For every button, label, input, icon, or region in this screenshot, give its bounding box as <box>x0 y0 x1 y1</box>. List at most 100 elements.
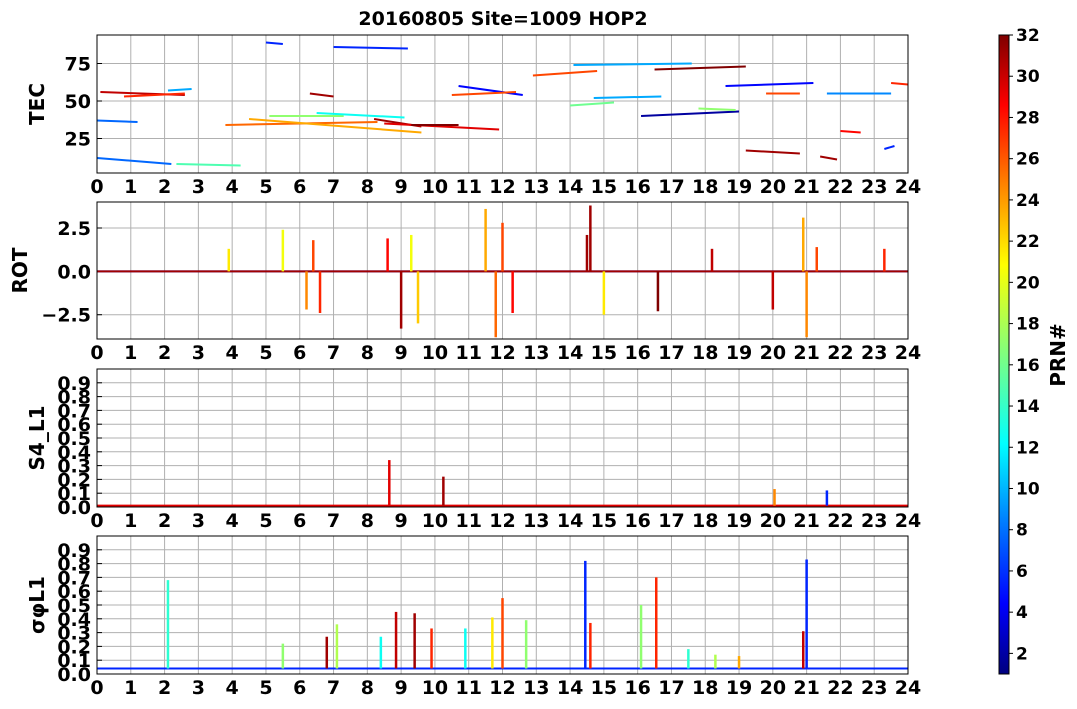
series-line <box>654 65 746 71</box>
x-tick-label: 8 <box>361 342 374 364</box>
colorbar-tick-label: 28 <box>1016 108 1040 128</box>
y-tick-label: 25 <box>65 129 91 151</box>
colorbar-tick-label: 10 <box>1016 479 1040 499</box>
x-tick-label: 14 <box>557 510 583 532</box>
x-tick-label: 8 <box>361 510 374 532</box>
series-line <box>309 92 334 98</box>
colorbar-label: PRN# <box>1046 323 1070 387</box>
x-tick-label: 13 <box>523 510 549 532</box>
x-tick-label: 14 <box>557 342 583 364</box>
x-tick-label: 2 <box>158 342 171 364</box>
x-tick-label: 19 <box>726 677 752 699</box>
x-tick-label: 17 <box>658 176 684 198</box>
x-tick-label: 3 <box>192 510 205 532</box>
x-tick-label: 3 <box>192 176 205 198</box>
x-tick-label: 6 <box>293 342 306 364</box>
x-tick-label: 21 <box>793 342 819 364</box>
x-tick-label: 19 <box>726 510 752 532</box>
x-tick-label: 18 <box>692 677 718 699</box>
series-line <box>698 107 736 111</box>
x-tick-label: 15 <box>591 677 617 699</box>
x-tick-label: 18 <box>692 176 718 198</box>
colorbar-ticks: 2468101214161820222426283032 <box>1009 26 1040 664</box>
x-tick-label: 9 <box>395 510 408 532</box>
y-axis-label: S4_L1 <box>25 406 49 471</box>
panels: 0 1 2 3 4 5 6 7 8 9 10 11 12 13 14 15 16 17 18 19 20 21 22 23 24… <box>8 34 921 699</box>
y-axis-label: TEC <box>25 83 49 125</box>
series-line <box>884 145 895 150</box>
x-tick-label: 4 <box>226 176 239 198</box>
x-tick-label: 19 <box>726 342 752 364</box>
panel-2: 0 1 2 3 4 5 6 7 8 9 10 11 12 13 14 15 16 17 18 19 20 21 22 23 24… <box>8 201 921 364</box>
x-tick-label: 13 <box>523 342 549 364</box>
x-tick-label: 0 <box>90 677 103 699</box>
x-tick-label: 10 <box>422 342 448 364</box>
colorbar-tick-label: 26 <box>1016 150 1040 170</box>
x-tick-label: 12 <box>489 677 515 699</box>
x-tick-label: 14 <box>557 176 583 198</box>
x-tick-label: 16 <box>624 677 650 699</box>
series-line <box>97 157 172 165</box>
x-tick-label: 11 <box>455 342 481 364</box>
x-tick-label: 12 <box>489 510 515 532</box>
x-tick-label: 0 <box>90 176 103 198</box>
panel-4: 0 1 2 3 4 5 6 7 8 9 10 11 12 13 14 15 16 17 18 19 20 21 22 23 24… <box>25 535 921 699</box>
colorbar-tick-label: 8 <box>1016 521 1028 541</box>
x-tick-label: 1 <box>124 677 137 699</box>
colorbar-tick-label: 18 <box>1016 315 1040 335</box>
y-tick-label: 0.9 <box>57 373 91 395</box>
y-tick-label: 0.0 <box>57 261 91 283</box>
x-tick-label: 5 <box>259 176 272 198</box>
colorbar-gradient <box>998 34 1010 675</box>
x-tick-label: 20 <box>760 176 786 198</box>
x-tick-label: 9 <box>395 342 408 364</box>
x-tick-label: 5 <box>259 342 272 364</box>
series-line <box>333 46 408 50</box>
x-tick-label: 12 <box>489 342 515 364</box>
x-tick-label: 9 <box>395 176 408 198</box>
colorbar-tick-label: 12 <box>1016 438 1040 458</box>
figure: 20160805 Site=1009 HOP2 0 1 2 3 4 5 6 7 8 9 10 11 12… <box>8 8 1070 699</box>
x-tick-label: 12 <box>489 176 515 198</box>
series-line <box>570 101 615 107</box>
x-tick-label: 11 <box>455 176 481 198</box>
x-tick-label: 0 <box>90 510 103 532</box>
x-tick-label: 16 <box>624 510 650 532</box>
x-tick-label: 23 <box>861 510 887 532</box>
series-line <box>840 130 861 134</box>
x-tick-label: 20 <box>760 342 786 364</box>
series-line <box>640 110 740 117</box>
x-tick-label: 1 <box>124 510 137 532</box>
panel-3: 0 1 2 3 4 5 6 7 8 9 10 11 12 13 14 15 16 17 18 19 20 21 22 23 24… <box>25 368 921 532</box>
x-tick-label: 18 <box>692 510 718 532</box>
colorbar: 2468101214161820222426283032 PRN# <box>998 26 1070 675</box>
colorbar-tick-label: 20 <box>1016 273 1040 293</box>
y-tick-label: 2.5 <box>57 218 91 240</box>
x-tick-label: 15 <box>591 510 617 532</box>
x-tick-label: 2 <box>158 510 171 532</box>
x-tick-label: 7 <box>327 176 340 198</box>
x-tick-label: 10 <box>422 677 448 699</box>
series-line <box>265 41 283 45</box>
x-tick-label: 22 <box>827 176 853 198</box>
x-tick-label: 8 <box>361 176 374 198</box>
series-line <box>819 155 838 161</box>
x-tick-label: 24 <box>895 342 921 364</box>
y-tick-label: −2.5 <box>41 305 91 327</box>
y-tick-label: 0.9 <box>57 540 91 562</box>
x-tick-label: 8 <box>361 677 374 699</box>
x-tick-label: 6 <box>293 176 306 198</box>
x-tick-label: 20 <box>760 510 786 532</box>
x-tick-label: 2 <box>158 176 171 198</box>
x-tick-label: 2 <box>158 677 171 699</box>
x-tick-label: 21 <box>793 176 819 198</box>
x-tick-label: 22 <box>827 677 853 699</box>
y-axis-label: σφL1 <box>25 576 49 634</box>
x-tick-label: 3 <box>192 342 205 364</box>
x-tick-label: 14 <box>557 677 583 699</box>
x-tick-label: 0 <box>90 342 103 364</box>
colorbar-tick-label: 16 <box>1016 356 1040 376</box>
x-tick-label: 17 <box>658 677 684 699</box>
x-tick-label: 21 <box>793 677 819 699</box>
x-tick-label: 4 <box>226 677 239 699</box>
